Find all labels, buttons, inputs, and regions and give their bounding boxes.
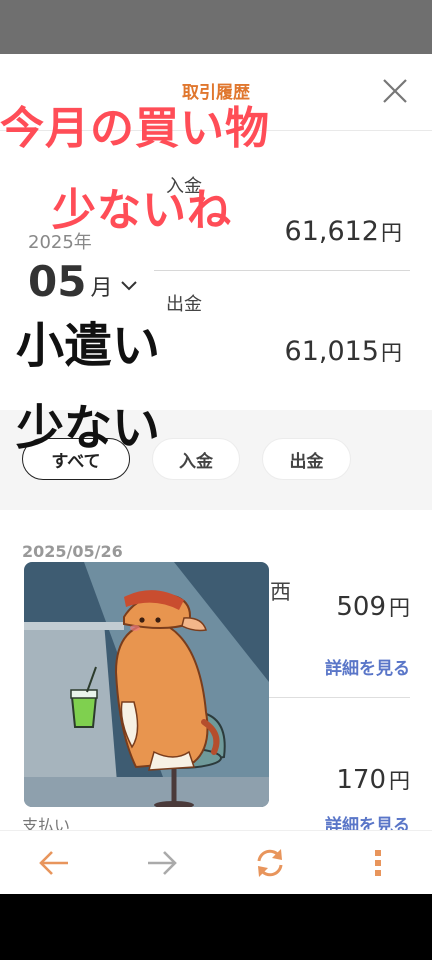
expense-label: 出金 — [166, 294, 202, 315]
income-unit: 円 — [381, 221, 402, 245]
transaction-amount: 170 円 — [336, 765, 410, 795]
status-bar — [0, 0, 432, 54]
transaction-history-sheet: 取引履歴 2025年 05 月 入金 61,612 円 出金 61,015 円 … — [0, 54, 432, 894]
sticker-image — [24, 562, 269, 807]
forward-button[interactable] — [142, 843, 182, 883]
transaction-detail-link[interactable]: 詳細を見る — [325, 654, 410, 679]
income-value: 61,612 — [284, 216, 379, 247]
refresh-button[interactable] — [250, 843, 290, 883]
transaction-unit: 円 — [389, 769, 410, 793]
month-unit: 月 — [90, 276, 113, 301]
more-button[interactable] — [358, 843, 398, 883]
transaction-unit: 円 — [389, 596, 410, 620]
more-vertical-icon — [375, 850, 381, 876]
overlay-caption-line4: 少ない — [16, 400, 161, 456]
transaction-value: 170 — [336, 765, 386, 795]
arrow-left-icon — [39, 851, 68, 875]
month-number: 05 — [28, 257, 87, 306]
expense-amount: 61,015 円 — [285, 336, 402, 367]
transaction-date: 2025/05/26 — [22, 542, 123, 561]
month-selector[interactable]: 05 月 — [28, 258, 138, 306]
transaction-name-fragment: 西 — [270, 580, 291, 604]
transaction-amount: 509 円 — [336, 592, 410, 622]
close-icon — [383, 79, 407, 103]
system-nav-area — [0, 894, 432, 960]
overlay-caption-line3: 小遣い — [16, 318, 161, 374]
chevron-down-icon — [121, 281, 138, 291]
row-divider — [268, 697, 410, 698]
expense-unit: 円 — [381, 341, 402, 365]
overlay-caption-line1: 今月の買い物 — [0, 103, 270, 154]
bottom-nav — [0, 830, 432, 894]
filter-expense-tab[interactable]: 出金 — [262, 438, 351, 480]
transaction-value: 509 — [336, 592, 386, 622]
arrow-right-icon — [148, 851, 177, 875]
income-amount: 61,612 円 — [285, 216, 402, 247]
close-button[interactable] — [380, 76, 410, 106]
filter-income-tab[interactable]: 入金 — [152, 438, 240, 480]
expense-value: 61,015 — [284, 336, 379, 367]
refresh-icon — [257, 849, 283, 877]
overlay-caption-line2: 少ないね — [52, 185, 232, 236]
summary-divider — [154, 270, 410, 271]
back-button[interactable] — [34, 843, 74, 883]
